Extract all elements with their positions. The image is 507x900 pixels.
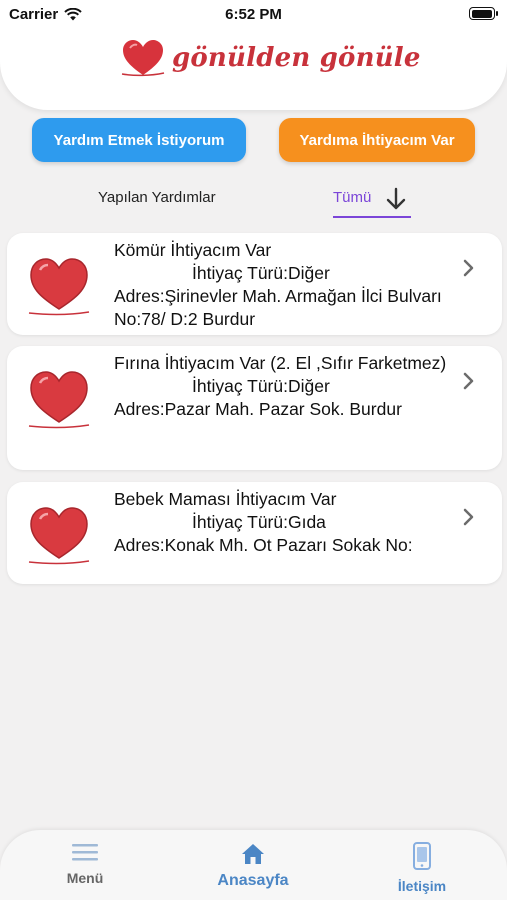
card-title: Bebek Maması İhtiyacım Var xyxy=(114,489,337,509)
tabbar-label-menu: Menü xyxy=(66,870,104,886)
card-address: Adres:Şirinevler Mah. Armağan İlci Bulva… xyxy=(114,286,442,329)
card-need-type: İhtiyaç Türü:Gıda xyxy=(192,512,326,532)
tab-all-label: Tümü xyxy=(333,189,372,206)
logo-text: gönülden gönüle xyxy=(172,43,421,73)
battery-fill xyxy=(471,9,492,18)
tabbar-item-home[interactable]: Anasayfa xyxy=(203,842,303,890)
battery-icon xyxy=(469,7,498,20)
heart-logo-icon xyxy=(121,40,165,77)
tab-all[interactable]: Tümü xyxy=(333,185,411,218)
need-help-button[interactable]: Yardıma İhtiyacım Var xyxy=(279,118,475,162)
card-title: Kömür İhtiyacım Var xyxy=(114,240,272,260)
card-text: Bebek Maması İhtiyacım Var İhtiyaç Türü:… xyxy=(114,488,462,557)
tabbar-label-contact: İletişim xyxy=(397,878,447,894)
list-item[interactable]: Fırına İhtiyacım Var (2. El ,Sıfır Farke… xyxy=(7,346,502,470)
bottom-tab-bar: Menü Anasayfa İletişim xyxy=(0,830,507,900)
list-item[interactable]: Kömür İhtiyacım Var İhtiyaç Türü:Diğer A… xyxy=(7,233,502,335)
card-title: Fırına İhtiyacım Var (2. El ,Sıfır Farke… xyxy=(114,353,447,373)
app-header: Carrier 6:52 PM gönülden gönüle xyxy=(0,0,507,110)
home-icon xyxy=(242,844,264,864)
chevron-right-icon xyxy=(463,372,474,390)
card-need-type: İhtiyaç Türü:Diğer xyxy=(192,376,330,396)
card-text: Kömür İhtiyacım Var İhtiyaç Türü:Diğer A… xyxy=(114,239,462,331)
tabbar-item-menu[interactable]: Menü xyxy=(55,842,115,886)
tabbar-item-contact[interactable]: İletişim xyxy=(385,842,459,894)
arrow-down-icon xyxy=(386,187,406,210)
want-to-help-button[interactable]: Yardım Etmek İstiyorum xyxy=(32,118,246,162)
heart-icon xyxy=(28,258,90,316)
card-text: Fırına İhtiyacım Var (2. El ,Sıfır Farke… xyxy=(114,352,462,421)
app-logo: gönülden gönüle xyxy=(120,38,421,78)
tab-completed-helps[interactable]: Yapılan Yardımlar xyxy=(98,189,216,206)
heart-icon xyxy=(28,507,90,565)
tabbar-label-home: Anasayfa xyxy=(217,872,289,889)
list-item[interactable]: Bebek Maması İhtiyacım Var İhtiyaç Türü:… xyxy=(7,482,502,584)
status-time: 6:52 PM xyxy=(225,6,282,23)
status-bar: Carrier 6:52 PM xyxy=(0,0,507,30)
heart-icon xyxy=(28,371,90,429)
hamburger-menu-icon xyxy=(72,844,98,861)
chevron-right-icon xyxy=(463,259,474,277)
phone-icon xyxy=(413,842,431,870)
card-address: Adres:Pazar Mah. Pazar Sok. Burdur xyxy=(114,399,402,419)
chevron-right-icon xyxy=(463,508,474,526)
card-need-type: İhtiyaç Türü:Diğer xyxy=(192,263,330,283)
card-address: Adres:Konak Mh. Ot Pazarı Sokak No: xyxy=(114,535,413,555)
